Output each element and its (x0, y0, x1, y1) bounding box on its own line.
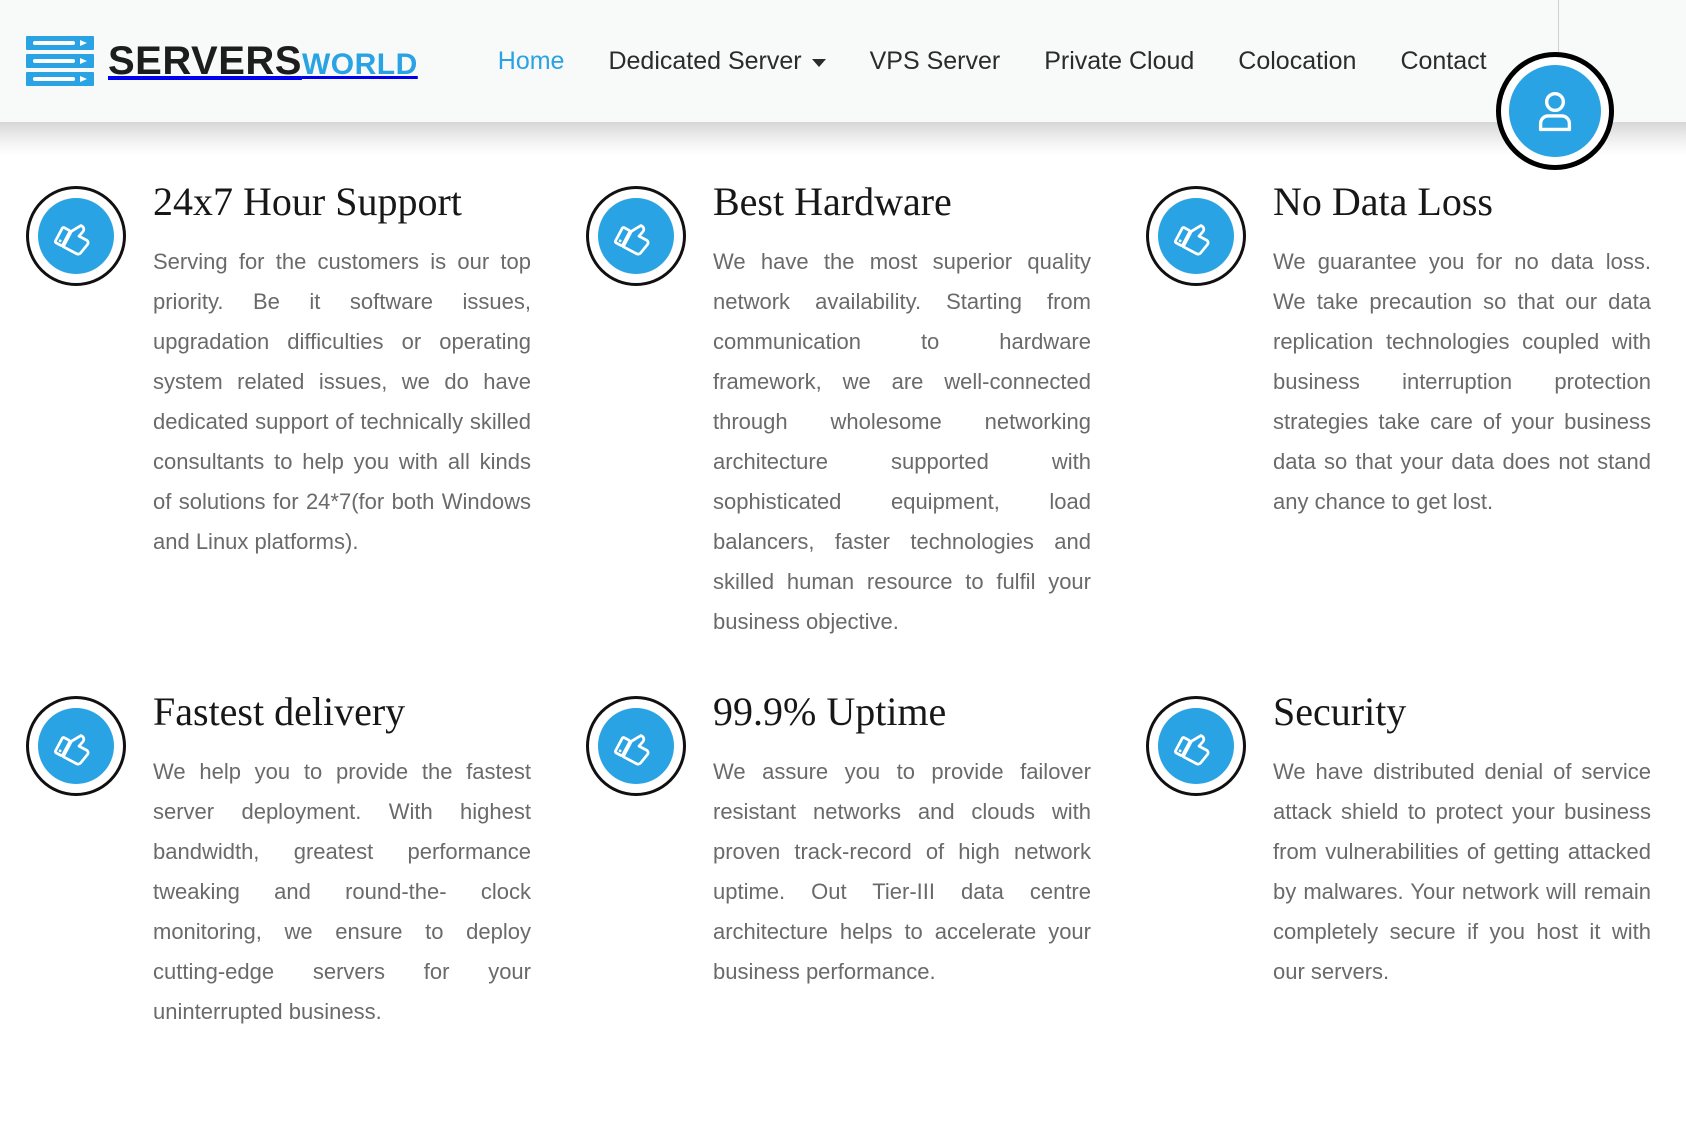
nav-item-private-cloud-label: Private Cloud (1044, 46, 1195, 75)
thumbs-up-icon (598, 708, 674, 784)
chevron-down-icon (811, 59, 826, 67)
avatar (1509, 65, 1601, 157)
feature-icon-ring (26, 186, 126, 286)
feature-title: 99.9% Uptime (713, 689, 947, 734)
feature-icon-ring (586, 186, 686, 286)
thumbs-up-glyph (1174, 734, 1210, 766)
nav-item-colocation[interactable]: Colocation (1216, 39, 1378, 84)
thumbs-up-icon (38, 198, 114, 274)
thumbs-up-glyph (1174, 224, 1210, 256)
nav-item-vps-server[interactable]: VPS Server (848, 39, 1023, 84)
header-shadow (0, 122, 1686, 156)
brand-logo[interactable]: SERVERS WORLD (26, 36, 418, 86)
nav-item-dedicated-server-label: Dedicated Server (608, 46, 802, 75)
thumbs-up-icon (1158, 708, 1234, 784)
feature-content: 99.9% Uptime We assure you to provide fa… (686, 688, 1091, 992)
brand-name-secondary: WORLD (301, 48, 418, 81)
thumbs-up-glyph (614, 224, 650, 256)
feature-description: We assure you to provide failover resist… (713, 759, 1091, 984)
main-navigation: Home Dedicated Server VPS Server Private… (476, 39, 1509, 84)
feature-description: Serving for the customers is our top pri… (153, 249, 531, 554)
nav-item-home-label: Home (497, 46, 565, 75)
thumbs-up-icon (38, 708, 114, 784)
feature-card: Security We have distributed denial of s… (1146, 688, 1686, 1032)
feature-card: Best Hardware We have the most superior … (586, 178, 1146, 642)
feature-description: We help you to provide the fastest serve… (153, 759, 531, 1024)
nav-item-contact[interactable]: Contact (1378, 39, 1508, 84)
feature-content: Security We have distributed denial of s… (1246, 688, 1651, 992)
thumbs-up-icon (598, 198, 674, 274)
features-grid: 24x7 Hour Support Serving for the custom… (0, 178, 1686, 1032)
feature-title: Security (1273, 689, 1407, 734)
nav-item-dedicated-server[interactable]: Dedicated Server (586, 39, 847, 84)
feature-card: 99.9% Uptime We assure you to provide fa… (586, 688, 1146, 1032)
user-account-icon (1538, 91, 1572, 132)
brand-wordmark: SERVERS WORLD (108, 41, 418, 81)
nav-item-vps-server-label: VPS Server (869, 46, 1001, 75)
feature-icon-ring (26, 696, 126, 796)
nav-item-contact-label: Contact (1400, 46, 1487, 75)
nav-item-home[interactable]: Home (476, 39, 587, 84)
feature-content: Best Hardware We have the most superior … (686, 178, 1091, 642)
feature-content: 24x7 Hour Support Serving for the custom… (126, 178, 531, 562)
feature-card: Fastest delivery We help you to provide … (26, 688, 586, 1032)
server-rack-icon (26, 36, 94, 86)
feature-icon-ring (1146, 186, 1246, 286)
feature-title: Fastest delivery (153, 689, 406, 734)
feature-title: 24x7 Hour Support (153, 179, 462, 224)
feature-title: No Data Loss (1273, 179, 1493, 224)
feature-icon-ring (586, 696, 686, 796)
feature-card: No Data Loss We guarantee you for no dat… (1146, 178, 1686, 642)
feature-title: Best Hardware (713, 179, 952, 224)
feature-card: 24x7 Hour Support Serving for the custom… (26, 178, 586, 642)
thumbs-up-icon (1158, 198, 1234, 274)
thumbs-up-glyph (614, 734, 650, 766)
thumbs-up-glyph (54, 224, 90, 256)
feature-content: No Data Loss We guarantee you for no dat… (1246, 178, 1651, 522)
account-button[interactable] (1496, 52, 1614, 170)
feature-description: We have distributed denial of service at… (1273, 759, 1651, 984)
feature-icon-ring (1146, 696, 1246, 796)
nav-item-private-cloud[interactable]: Private Cloud (1022, 39, 1216, 84)
feature-content: Fastest delivery We help you to provide … (126, 688, 531, 1032)
nav-item-colocation-label: Colocation (1238, 46, 1357, 75)
thumbs-up-glyph (54, 734, 90, 766)
brand-name-primary: SERVERS (108, 39, 302, 83)
site-header: SERVERS WORLD Home Dedicated Server VPS S… (0, 0, 1686, 122)
feature-description: We guarantee you for no data loss. We ta… (1273, 249, 1651, 514)
feature-description: We have the most superior quality networ… (713, 249, 1091, 634)
